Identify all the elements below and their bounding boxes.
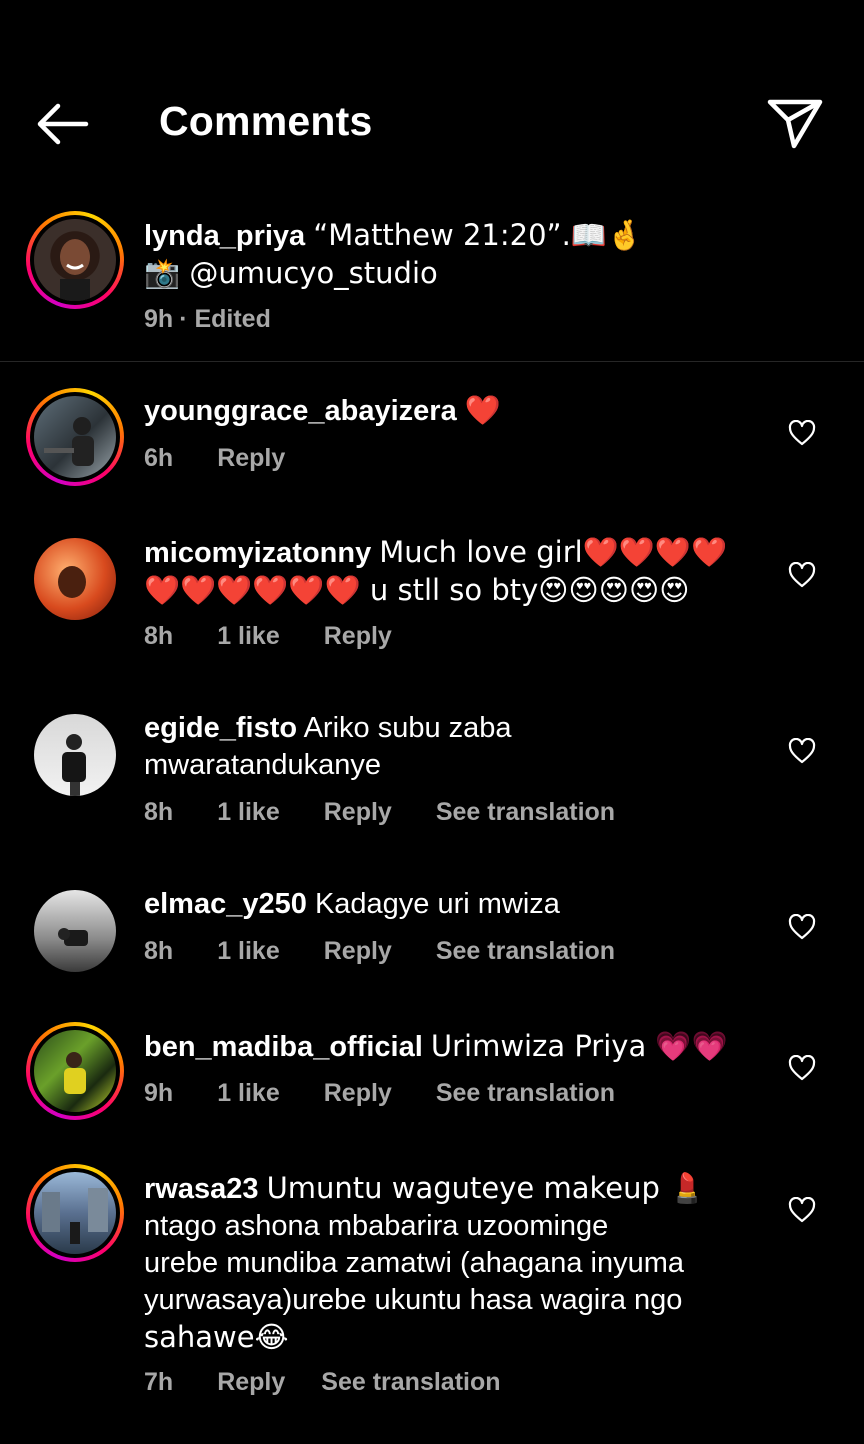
avatar[interactable] (34, 538, 116, 620)
see-translation-button[interactable]: See translation (436, 798, 615, 827)
comment-text-line5: sahawe😂 (144, 1320, 289, 1354)
comment-text-continued: mwaratandukanye (144, 749, 381, 781)
avatar[interactable] (34, 890, 116, 972)
caption-body: “Matthew 21:20”.📖🤞 (313, 218, 643, 252)
avatar[interactable] (26, 388, 124, 486)
reply-button[interactable]: Reply (217, 1368, 285, 1397)
comment-text-line4: yurwasaya)urebe ukuntu hasa wagira ngo (144, 1284, 683, 1316)
reply-button[interactable]: Reply (324, 622, 392, 651)
heart-icon[interactable] (788, 1055, 816, 1081)
heart-icon[interactable] (788, 738, 816, 764)
see-translation-button[interactable]: See translation (321, 1368, 500, 1397)
likes-count[interactable]: 1 like (217, 937, 280, 966)
reply-button[interactable]: Reply (324, 1079, 392, 1108)
see-translation-button[interactable]: See translation (436, 937, 615, 966)
caption-username[interactable]: lynda_priya (144, 220, 305, 252)
comment-text-line3: urebe mundiba zamatwi (ahagana inyuma (144, 1247, 685, 1279)
comment-text: Much love girl❤️❤️❤️❤️ (379, 535, 728, 569)
avatar[interactable] (26, 1022, 124, 1120)
comment-time: 9h (144, 1079, 174, 1107)
back-button[interactable] (34, 100, 90, 148)
back-arrow-icon (37, 103, 89, 145)
see-translation-button[interactable]: See translation (436, 1079, 615, 1108)
reply-button[interactable]: Reply (324, 798, 392, 827)
comment-time: 8h (144, 937, 174, 965)
avatar[interactable] (34, 714, 116, 796)
comment-username[interactable]: egide_fisto (144, 712, 297, 744)
comment-text: Umuntu waguteye makeup 💄 (266, 1171, 706, 1205)
caption-meta: 9h · Edited (144, 305, 315, 334)
comment-time: 7h (144, 1368, 174, 1396)
avatar[interactable] (26, 1164, 124, 1262)
comment-username[interactable]: micomyizatonny (144, 537, 371, 569)
heart-icon[interactable] (788, 562, 816, 588)
likes-count[interactable]: 1 like (217, 1079, 280, 1108)
page-title: Comments (159, 98, 373, 144)
comment-text-continued: ❤️❤️❤️❤️❤️❤️ u stll so bty😍😍😍😍😍 (144, 573, 690, 607)
comment-username[interactable]: rwasa23 (144, 1173, 259, 1205)
comment-text: Kadagye uri mwiza (314, 888, 560, 920)
heart-icon[interactable] (788, 914, 816, 940)
likes-count[interactable]: 1 like (217, 798, 280, 827)
reply-button[interactable]: Reply (217, 444, 285, 473)
send-icon (767, 99, 823, 149)
avatar[interactable] (26, 211, 124, 309)
caption-mention[interactable]: 📸 @umucyo_studio (144, 256, 438, 290)
post-caption: lynda_priya “Matthew 21:20”.📖🤞 📸 @umucyo… (0, 205, 864, 362)
heart-icon[interactable] (788, 1197, 816, 1223)
caption-edited: · Edited (179, 305, 271, 333)
comment-username[interactable]: ben_madiba_official (144, 1031, 423, 1063)
caption-time: 9h (144, 305, 174, 333)
caption-text: lynda_priya “Matthew 21:20”.📖🤞 📸 @umucyo… (144, 217, 774, 293)
comment-time: 6h (144, 444, 174, 472)
reply-button[interactable]: Reply (324, 937, 392, 966)
comment-text: Ariko subu zaba (303, 712, 512, 744)
comment-text: ❤️ (464, 393, 501, 427)
header-bar: Comments (0, 0, 864, 200)
comment-username[interactable]: younggrace_abayizera (144, 395, 457, 427)
comment-time: 8h (144, 798, 174, 826)
share-button[interactable] (766, 96, 824, 152)
comment-text: Urimwiza Priya 💗💗 (430, 1029, 728, 1063)
heart-icon[interactable] (788, 420, 816, 446)
comment-username[interactable]: elmac_y250 (144, 888, 307, 920)
likes-count[interactable]: 1 like (217, 622, 280, 651)
comment-text-line2: ntago ashona mbabarira uzoominge (144, 1210, 609, 1242)
comment-time: 8h (144, 622, 174, 650)
